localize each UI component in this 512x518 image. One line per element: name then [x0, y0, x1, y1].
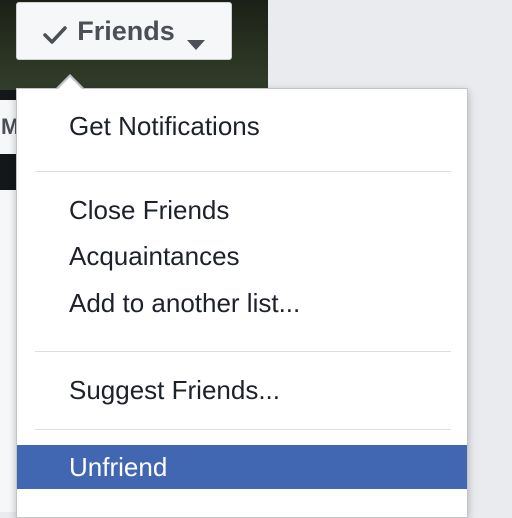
friends-button[interactable]: Friends: [16, 2, 232, 60]
caret-down-icon: [186, 26, 205, 50]
page-content-stub: [0, 190, 16, 512]
menu-item-get-notifications[interactable]: Get Notifications: [17, 104, 467, 148]
menu-item-add-to-another-list[interactable]: Add to another list...: [17, 281, 467, 325]
menu-divider: [35, 171, 451, 172]
menu-item-suggest-friends[interactable]: Suggest Friends...: [17, 368, 467, 412]
menu-item-unfriend[interactable]: Unfriend: [17, 445, 467, 489]
menu-item-close-friends[interactable]: Close Friends: [17, 188, 467, 232]
menu-item-acquaintances[interactable]: Acquaintances: [17, 234, 467, 278]
friends-button-label: Friends: [77, 15, 175, 46]
page-nav-stub[interactable]: M: [0, 100, 16, 154]
check-icon: [43, 21, 67, 44]
menu-divider: [35, 351, 451, 352]
menu-divider: [35, 429, 451, 430]
dropdown-arrow-fill: [57, 77, 83, 90]
friends-dropdown-menu: Get Notifications Close Friends Acquaint…: [16, 88, 468, 518]
